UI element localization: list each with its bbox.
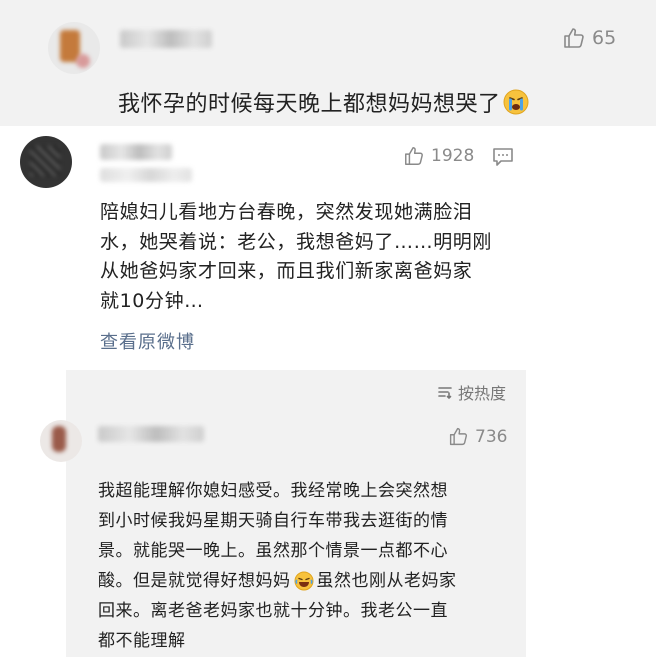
thumbs-up-icon bbox=[405, 147, 423, 165]
text-line: 从她爸妈家才回来，而且我们新家离爸妈家 bbox=[100, 260, 473, 282]
like-button[interactable]: 65 bbox=[562, 26, 616, 50]
sort-by-hot-button[interactable]: 按热度 bbox=[437, 380, 506, 404]
comment-text: 我超能理解你媳妇感受。我经常晚上会突然想 到小时候我妈星期天骑自行车带我去逛街的… bbox=[98, 476, 457, 656]
text-line: 到小时候我妈星期天骑自行车带我去逛街的情 bbox=[98, 511, 448, 531]
thumbs-up-icon bbox=[564, 28, 584, 48]
text-line: 景。就能哭一晚上。虽然那个情景一点都不心 bbox=[98, 541, 448, 561]
like-count: 1928 bbox=[431, 146, 475, 166]
text-line: 酸。但是就觉得好想妈妈 虽然也刚从老妈家 bbox=[98, 571, 457, 591]
username-blurred[interactable] bbox=[100, 144, 172, 160]
text-line: 都不能理解 bbox=[98, 631, 186, 651]
post-meta-blurred bbox=[100, 168, 192, 182]
view-original-link[interactable]: 查看原微博 bbox=[100, 328, 195, 354]
text-line: 陪媳妇儿看地方台春晚，突然发现她满脸泪 bbox=[100, 201, 473, 223]
sort-label: 按热度 bbox=[458, 384, 507, 403]
crying-face-icon bbox=[503, 89, 529, 115]
laughing-face-icon bbox=[294, 571, 313, 591]
avatar[interactable] bbox=[40, 420, 82, 462]
like-count: 736 bbox=[475, 426, 508, 447]
avatar[interactable] bbox=[20, 136, 72, 188]
post-text: 陪媳妇儿看地方台春晚，突然发现她满脸泪 水，她哭着说：老公，我想爸妈了……明明刚… bbox=[100, 198, 492, 316]
text-line: 就10分钟… bbox=[100, 289, 204, 312]
like-button[interactable]: 1928 bbox=[403, 145, 474, 167]
avatar[interactable] bbox=[48, 22, 100, 74]
comment-icon[interactable] bbox=[492, 147, 514, 167]
sort-icon bbox=[438, 387, 452, 400]
username-blurred[interactable] bbox=[98, 426, 204, 442]
like-count: 65 bbox=[592, 27, 617, 49]
username-blurred[interactable] bbox=[120, 30, 212, 48]
thumbs-up-icon bbox=[449, 427, 468, 446]
comment-text: 我怀孕的时候每天晚上都想妈妈想哭了 bbox=[118, 86, 529, 118]
text-line: 我超能理解你媳妇感受。我经常晚上会突然想 bbox=[98, 481, 448, 501]
text-line: 回来。离老爸老妈家也就十分钟。我老公一直 bbox=[98, 601, 448, 621]
text-line: 水，她哭着说：老公，我想爸妈了……明明刚 bbox=[100, 230, 493, 253]
like-button[interactable]: 736 bbox=[448, 426, 507, 447]
